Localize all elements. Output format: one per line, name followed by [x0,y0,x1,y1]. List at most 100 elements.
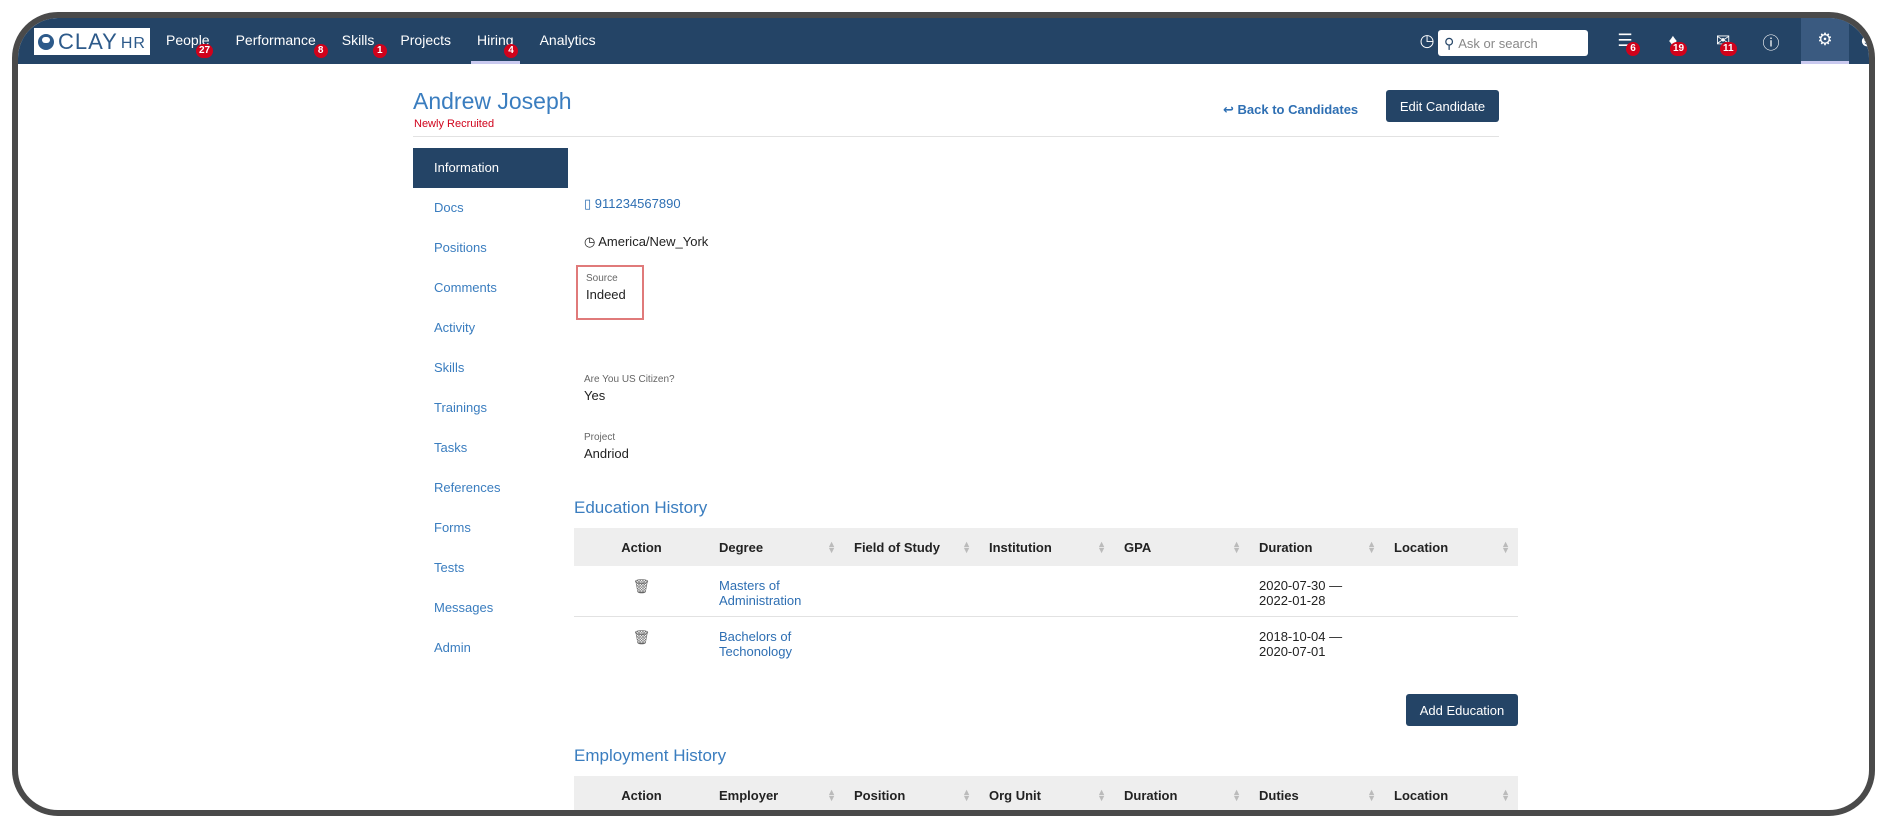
institution-cell [979,566,1114,617]
col-duties[interactable]: Duties ▲ ▼ [1249,776,1384,810]
sort-icon: ▲ ▼ [1367,539,1376,555]
sort-icon: ▲ ▼ [827,539,836,555]
trash-icon[interactable]: 🗑 [574,617,709,668]
field-cell [844,617,979,668]
col-employer-label: Employer [719,787,779,803]
top-navigation-bar: CLAY HR People 27 Performance 8 Skills 1… [18,18,1869,64]
sort-icon: ▲ ▼ [962,539,971,555]
logo-text: CLAY [58,28,118,54]
back-to-candidates-link[interactable]: ↩ Back to Candidates [1223,102,1358,118]
source-label: Source [586,273,618,284]
edit-candidate-button[interactable]: Edit Candidate [1386,90,1499,122]
sort-icon: ▲ ▼ [1367,787,1376,803]
col-degree-label: Degree [719,539,764,555]
project-value: Andriod [584,446,629,461]
location-cell [1384,566,1518,617]
nav-hiring[interactable]: Hiring 4 [471,18,520,64]
clock-icon: ◷ [584,234,599,249]
sidenav-messages[interactable]: Messages [413,588,568,628]
gpa-cell [1114,617,1249,668]
phone-value: 911234567890 [594,196,681,211]
degree-link[interactable]: Bachelors of Techonology [719,629,792,659]
employment-table: Action Employer ▲ ▼ Position ▲ ▼ Org Unit ▲ ▼ … [574,776,1518,810]
sidenav-skills[interactable]: Skills [413,348,568,388]
layers-icon[interactable]: ☰ 6 [1610,26,1640,56]
people-badge: 27 [196,44,214,58]
institution-cell [979,617,1114,668]
mail-icon[interactable]: ✉ 11 [1708,26,1738,56]
sidenav-trainings[interactable]: Trainings [413,388,568,428]
col-org-unit[interactable]: Org Unit ▲ ▼ [979,776,1114,810]
back-arrow-icon: ↩ [1223,102,1238,117]
timezone-value: America/New_York [598,234,709,249]
field-cell [844,566,979,617]
help-icon[interactable]: ⓘ [1756,26,1786,56]
sidenav-activity[interactable]: Activity [413,308,568,348]
col-duties-label: Duties [1259,787,1299,803]
degree-link[interactable]: Masters of Administration [719,578,801,608]
clayhr-logo[interactable]: CLAY HR [34,28,150,55]
app-window: CLAY HR People 27 Performance 8 Skills 1… [12,12,1875,816]
source-field: Source Indeed [576,265,644,320]
location-cell [1384,617,1518,668]
add-education-button[interactable]: Add Education [1406,694,1518,726]
hiring-badge: 4 [504,44,518,58]
timezone: ◷ America/New_York [584,234,708,250]
sort-icon: ▲ ▼ [1097,539,1106,555]
performance-badge: 8 [313,44,328,58]
candidate-name: Andrew Joseph [413,88,572,114]
project-field: Project Andriod [584,432,629,461]
skills-badge: 1 [372,44,387,58]
col-institution[interactable]: Institution ▲ ▼ [979,528,1114,566]
col-location[interactable]: Location ▲ ▼ [1384,528,1518,566]
sidenav-references[interactable]: References [413,468,568,508]
sort-icon: ▲ ▼ [962,787,971,803]
sidenav-forms[interactable]: Forms [413,508,568,548]
degree-cell[interactable]: Bachelors of Techonology [709,617,844,668]
bell-badge: 19 [1670,42,1688,56]
col-field-label: Field of Study [854,539,940,555]
sidenav-positions[interactable]: Positions [413,228,568,268]
sidenav-comments[interactable]: Comments [413,268,568,308]
table-row: 🗑 Bachelors of Techonology 2018-10-04 — … [574,617,1518,668]
col-degree[interactable]: Degree ▲ ▼ [709,528,844,566]
col-duration[interactable]: Duration ▲ ▼ [1114,776,1249,810]
duration-cell: 2018-10-04 — 2020-07-01 [1259,629,1343,659]
nav-projects-label: Projects [400,32,451,48]
nav-analytics[interactable]: Analytics [540,18,596,64]
col-duration-label: Duration [1124,787,1178,803]
col-position-label: Position [854,787,906,803]
gpa-cell [1114,566,1249,617]
nav-skills[interactable]: Skills 1 [342,18,387,64]
search-input[interactable]: ⚲ Ask or search [1438,30,1588,56]
col-gpa-label: GPA [1124,539,1152,555]
col-duration[interactable]: Duration ▲ ▼ [1249,528,1384,566]
phone-link[interactable]: ▯ 911234567890 [584,196,681,212]
sidenav-tasks[interactable]: Tasks [413,428,568,468]
sidenav-admin[interactable]: Admin [413,628,568,668]
nav-performance[interactable]: Performance 8 [236,18,328,64]
trash-icon[interactable]: 🗑 [574,566,709,617]
nav-people[interactable]: People 27 [166,18,214,64]
sidenav-docs[interactable]: Docs [413,188,568,228]
sidenav-tests[interactable]: Tests [413,548,568,588]
bell-icon[interactable]: ♦ 19 [1658,26,1688,56]
user-icon[interactable]: ☻ [1852,26,1869,56]
sort-icon: ▲ ▼ [827,787,836,803]
citizen-label: Are You US Citizen? [584,374,675,385]
gear-icon[interactable]: ⚙ [1801,18,1849,64]
col-action: Action [574,776,709,810]
search-placeholder: Ask or search [1458,35,1538,51]
col-field[interactable]: Field of Study ▲ ▼ [844,528,979,566]
col-employer[interactable]: Employer ▲ ▼ [709,776,844,810]
col-gpa[interactable]: GPA ▲ ▼ [1114,528,1249,566]
col-position[interactable]: Position ▲ ▼ [844,776,979,810]
duration-cell: 2020-07-30 — 2022-01-28 [1249,566,1384,617]
sidenav-information[interactable]: Information [413,148,568,188]
col-location[interactable]: Location ▲ ▼ [1384,776,1518,810]
mail-badge: 11 [1720,42,1737,56]
employment-history-title: Employment History [574,746,727,765]
degree-cell[interactable]: Masters of Administration [709,566,844,617]
nav-analytics-label: Analytics [539,32,596,48]
nav-projects[interactable]: Projects [400,18,451,64]
